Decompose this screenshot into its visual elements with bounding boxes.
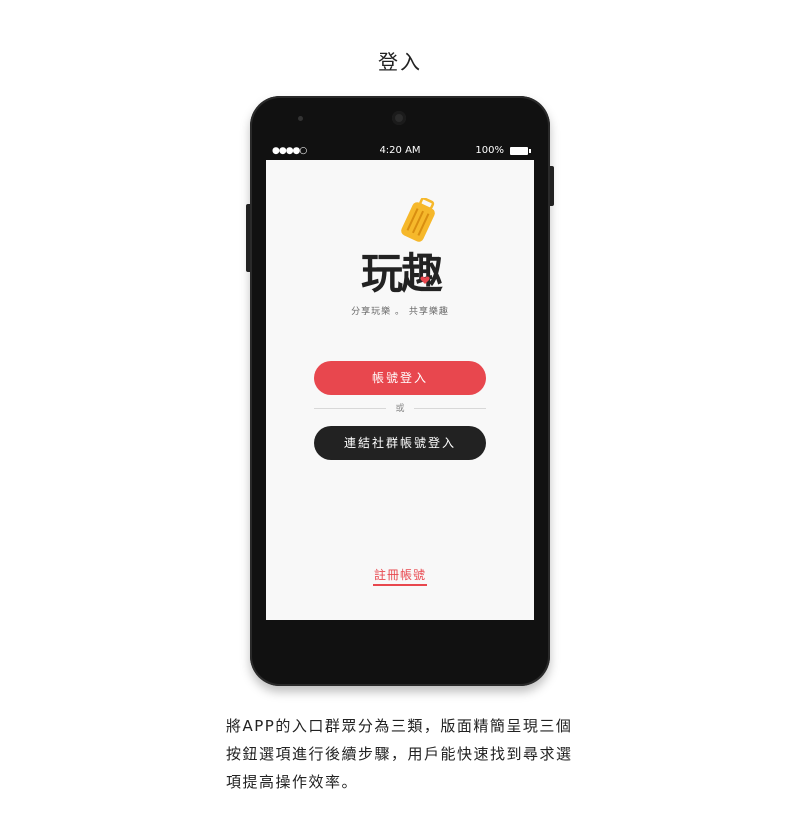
power-button [550,166,554,206]
suitcase-icon [401,198,435,242]
divider-line [314,408,386,409]
account-login-button[interactable]: 帳號登入 [314,361,486,395]
tagline: 分享玩樂 。 共享樂趣 [351,307,449,317]
phone-mockup: ●●●●○ 4:20 AM 100% 玩趣 分享玩樂 。 共享樂趣 帳號登入 或… [246,96,554,686]
page-title: 登入 [378,50,422,74]
description: 將APP的入口群眾分為三類，版面精簡呈現三個 按鈕選項進行後續步驟，用戶能快速找… [226,712,586,796]
divider-or: 或 [395,404,405,414]
volume-button [246,204,250,272]
description-line: 項提高操作效率。 [226,773,359,791]
description-line: 按鈕選項進行後續步驟，用戶能快速找到尋求選 [226,745,573,763]
app-logo: 玩趣 [361,198,445,298]
status-bar: ●●●●○ 4:20 AM 100% [266,142,534,160]
battery-icon [510,147,531,155]
social-login-button[interactable]: 連結社群帳號登入 [314,426,486,460]
register-link[interactable]: 註冊帳號 [266,566,534,583]
description-line: 將APP的入口群眾分為三類，版面精簡呈現三個 [226,717,573,735]
front-camera [392,111,406,125]
divider-line [414,408,486,409]
register-underline [373,584,427,586]
logo-text: 玩趣 [361,249,443,298]
battery-percent: 100% [475,145,504,156]
proximity-sensor [298,116,303,121]
app-screen: ●●●●○ 4:20 AM 100% 玩趣 分享玩樂 。 共享樂趣 帳號登入 或… [266,142,534,620]
